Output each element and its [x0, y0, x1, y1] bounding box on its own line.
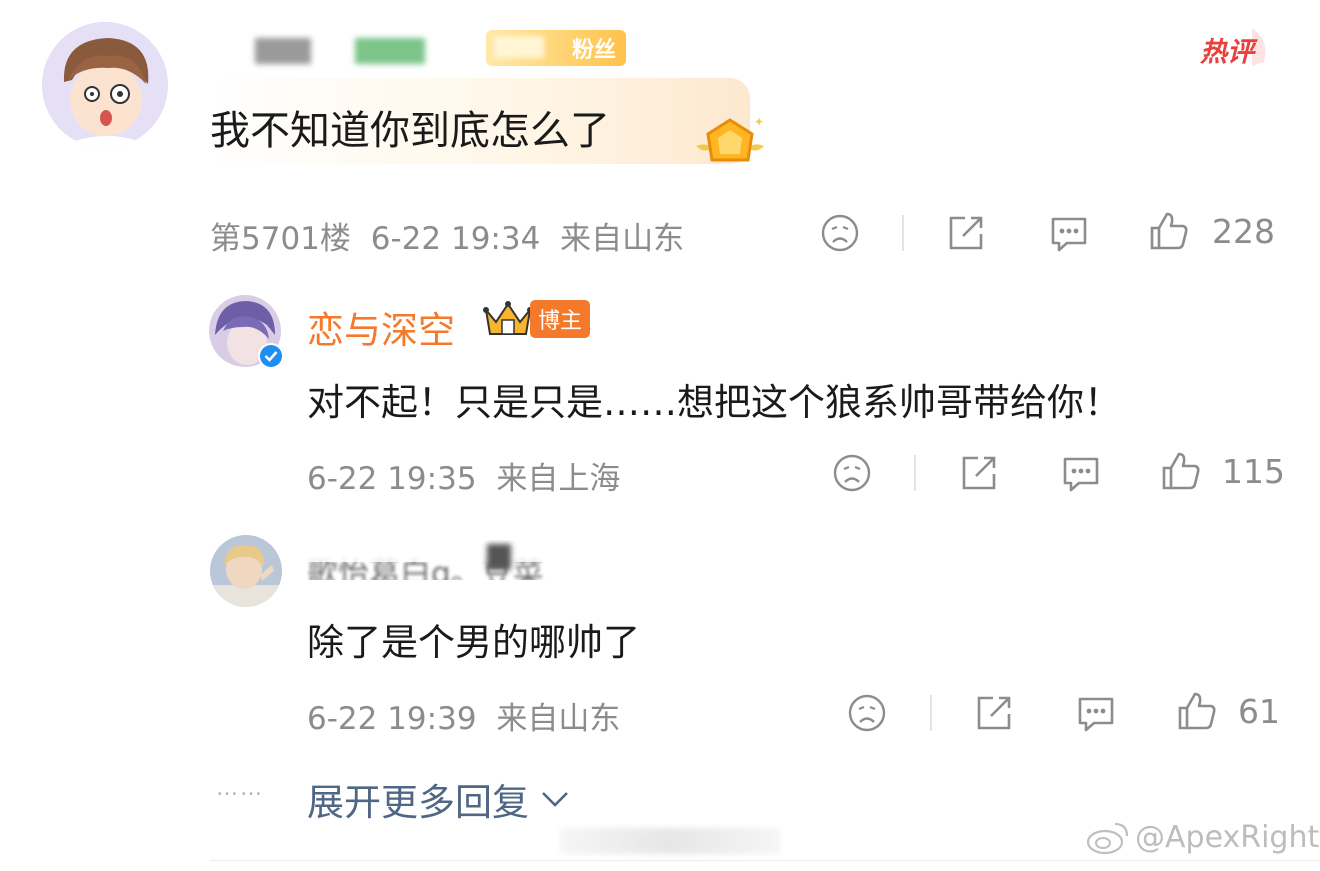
bottom-divider [210, 860, 1320, 861]
floor-number: 第5701楼 [210, 221, 351, 257]
fan-badge-label: 粉丝 [571, 38, 616, 63]
reply-location: 来自上海 [496, 461, 621, 497]
dislike-icon[interactable] [832, 453, 872, 497]
comment-text: 我不知道你到底怎么了 [210, 108, 610, 154]
blurred-footer [560, 828, 780, 854]
blogger-badge: 博主 [482, 298, 591, 340]
hot-comment-badge: 热评 [1200, 22, 1280, 72]
action-divider [930, 695, 932, 731]
reply-meta: 6-22 19:35 来自上海 [307, 453, 620, 498]
like-button[interactable]: 228 [1148, 210, 1275, 252]
reply-icon[interactable] [1059, 453, 1103, 499]
thumbs-up-icon [1150, 212, 1188, 250]
like-count: 115 [1222, 451, 1285, 491]
commenter-avatar[interactable] [42, 22, 168, 148]
share-icon[interactable] [958, 452, 1000, 498]
comment-meta: 第5701楼 6-22 19:34 来自山东 [210, 213, 684, 258]
reply-time: 6-22 19:35 [307, 461, 477, 497]
like-count: 61 [1238, 691, 1280, 731]
reply-avatar[interactable] [210, 535, 282, 607]
like-count: 228 [1212, 211, 1275, 251]
comment-time: 6-22 19:34 [370, 221, 541, 257]
crown-medal-icon: ✦ [690, 112, 770, 178]
thumbs-up-icon [1178, 692, 1216, 730]
expand-replies-button[interactable]: 展开更多回复 [307, 772, 571, 826]
thumbs-up-icon [1162, 452, 1200, 490]
reply-location: 来自山东 [496, 701, 621, 737]
reply-username[interactable]: 恋与深空 [307, 300, 455, 354]
comment-location: 来自山东 [560, 221, 685, 257]
reply-icon[interactable] [1047, 213, 1091, 259]
crown-icon [483, 301, 533, 335]
username-redacted[interactable] [215, 32, 465, 66]
verified-icon [258, 343, 284, 369]
svg-text:✦: ✦ [754, 115, 764, 129]
expand-replies-label: 展开更多回复 [307, 781, 529, 824]
expand-dots: …… [216, 776, 264, 801]
action-divider [902, 215, 904, 251]
like-button[interactable]: 115 [1160, 450, 1285, 492]
reply-text: 除了是个男的哪帅了 [307, 621, 640, 664]
like-button[interactable]: 61 [1176, 690, 1280, 732]
reply-text: 对不起！只是只是……想把这个狼系帅哥带给你！ [307, 381, 1121, 424]
dislike-icon[interactable] [820, 213, 860, 257]
weibo-logo-icon [1086, 822, 1129, 855]
chevron-down-icon [542, 792, 568, 807]
fan-badge: 粉丝 [486, 30, 626, 66]
reply-icon[interactable] [1074, 693, 1118, 739]
reply-time: 6-22 19:39 [307, 701, 477, 737]
reply-meta: 6-22 19:39 来自山东 [307, 693, 620, 738]
watermark: @ApexRight [1085, 818, 1319, 856]
watermark-text: @ApexRight [1135, 819, 1320, 855]
action-divider [914, 455, 916, 491]
reply-username-redacted[interactable]: 歌怡葛白g。豆菜 [307, 540, 627, 580]
share-icon[interactable] [973, 692, 1015, 738]
dislike-icon[interactable] [847, 693, 887, 737]
share-icon[interactable] [945, 212, 987, 258]
blogger-badge-label: 博主 [530, 300, 591, 338]
